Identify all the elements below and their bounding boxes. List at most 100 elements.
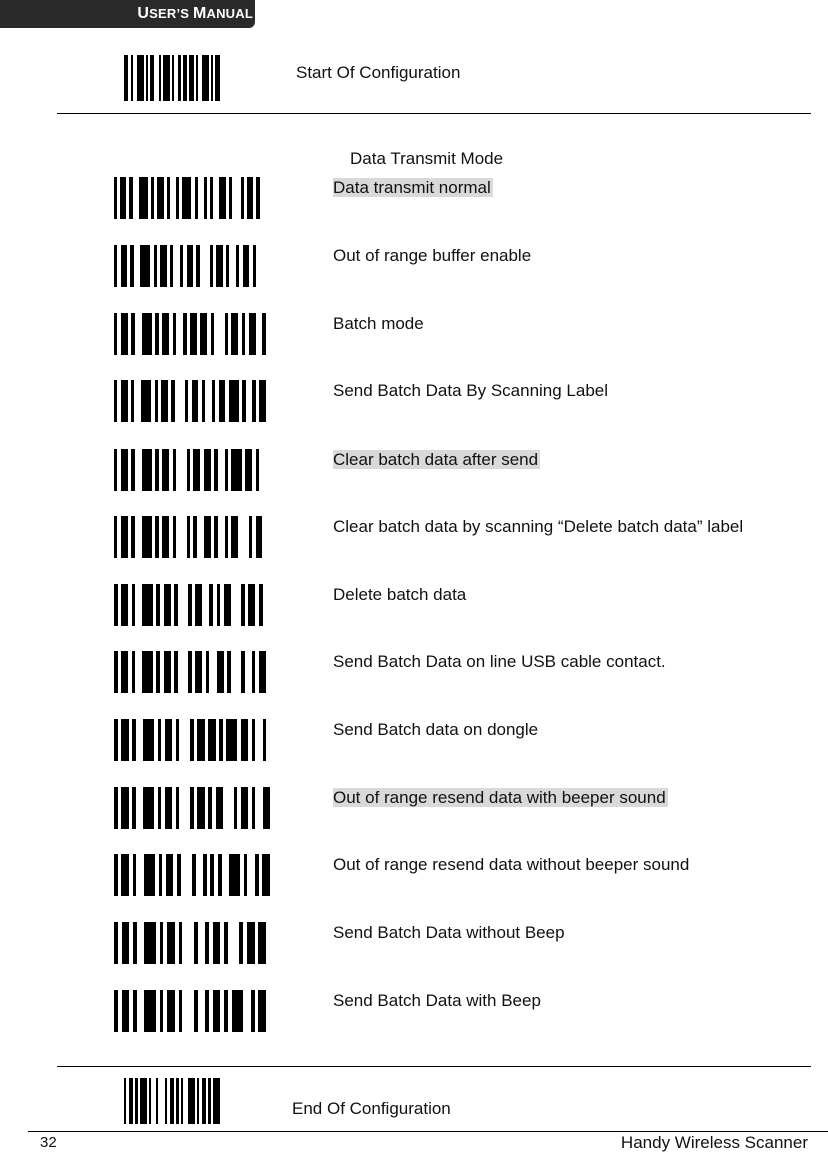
- barcode-bar: [231, 313, 239, 355]
- barcode-space: [136, 854, 143, 896]
- barcode-bar: [164, 719, 172, 761]
- barcode-space: [247, 854, 254, 896]
- barcode-bar: [121, 990, 130, 1032]
- barcode-bar: [121, 651, 129, 693]
- barcode-space: [181, 854, 192, 896]
- manual-title: USER’S MANUAL: [137, 5, 253, 23]
- barcode-bar: [141, 516, 152, 558]
- barcode-bar: [144, 990, 156, 1032]
- option-label: Out of range buffer enable: [333, 245, 531, 267]
- barcode-space: [135, 449, 142, 491]
- barcode-space: [266, 651, 270, 693]
- barcode-bar: [144, 922, 156, 964]
- option-label: Out of range resend data without beeper …: [333, 854, 689, 876]
- option-barcode: [114, 584, 270, 626]
- barcode-bar: [258, 651, 267, 693]
- barcode-bar: [189, 313, 197, 355]
- barcode-bar: [143, 787, 154, 829]
- barcode-space: [135, 584, 142, 626]
- option-barcode: [114, 449, 266, 491]
- option-label-text: Clear batch data by scanning “Delete bat…: [333, 517, 744, 536]
- barcode-bar: [247, 922, 255, 964]
- option-label-text: Send Batch Data with Beep: [333, 991, 541, 1010]
- option-barcode: [114, 177, 266, 219]
- footer-title: Handy Wireless Scanner: [620, 1133, 808, 1152]
- option-label-text: Batch mode: [333, 314, 424, 333]
- barcode-bar: [215, 55, 220, 101]
- barcode-bar: [208, 719, 216, 761]
- option-barcode: [114, 922, 270, 964]
- barcode-bar: [162, 516, 170, 558]
- barcode-bar: [163, 584, 171, 626]
- barcode-space: [266, 990, 270, 1032]
- barcode-bar: [248, 313, 256, 355]
- option-barcode: [114, 990, 270, 1032]
- barcode-bar: [231, 449, 242, 491]
- barcode-bar: [120, 449, 128, 491]
- page-number: 32: [40, 1134, 57, 1151]
- option-barcode: [114, 854, 270, 896]
- barcode-space: [136, 787, 143, 829]
- barcode-bar: [231, 516, 239, 558]
- barcode-space: [214, 313, 224, 355]
- option-label-text: Out of range resend data without beeper …: [333, 855, 690, 874]
- barcode-bar: [255, 516, 263, 558]
- barcode-bar: [160, 245, 167, 287]
- barcode-space: [205, 380, 212, 422]
- barcode-bar: [142, 584, 153, 626]
- barcode-space: [266, 922, 270, 964]
- barcode-space: [176, 313, 183, 355]
- barcode-space: [197, 516, 204, 558]
- barcode-bar: [165, 854, 174, 896]
- barcode-bar: [216, 245, 223, 287]
- barcode-space: [178, 584, 189, 626]
- option-label-text: Out of range buffer enable: [333, 246, 532, 265]
- end-barcode: [124, 1078, 220, 1124]
- barcode-bar: [223, 584, 231, 626]
- barcode-bar: [228, 380, 239, 422]
- barcode-space: [134, 380, 141, 422]
- barcode-bar: [203, 449, 211, 491]
- option-label: Send Batch data on dongle: [333, 719, 538, 741]
- barcode-bar: [140, 245, 151, 287]
- barcode-space: [222, 854, 229, 896]
- barcode-space: [231, 651, 242, 693]
- barcode-space: [200, 245, 210, 287]
- option-label: Batch mode: [333, 313, 424, 335]
- option-label: Clear batch data by scanning “Delete bat…: [333, 516, 743, 538]
- barcode-bar: [141, 380, 152, 422]
- barcode-bar: [193, 449, 201, 491]
- option-label-text: Send Batch Data on line USB cable contac…: [333, 652, 666, 671]
- barcode-space: [255, 787, 262, 829]
- barcode-bar: [121, 787, 129, 829]
- barcode-space: [202, 584, 209, 626]
- barcode-space: [229, 245, 236, 287]
- barcode-space: [196, 854, 203, 896]
- barcode-space: [158, 1078, 165, 1124]
- barcode-space: [179, 787, 190, 829]
- barcode-bar: [167, 990, 175, 1032]
- barcode-bar: [162, 313, 170, 355]
- barcode-bar: [212, 990, 221, 1032]
- start-barcode: [124, 55, 220, 101]
- barcode-bar: [197, 787, 205, 829]
- header-tab: USER’S MANUAL: [0, 0, 255, 28]
- barcode-bar: [212, 922, 221, 964]
- barcode-space: [136, 719, 143, 761]
- option-label: Clear batch data after send: [333, 449, 541, 471]
- barcode-bar: [121, 584, 129, 626]
- barcode-space: [175, 380, 185, 422]
- barcode-space: [137, 990, 145, 1032]
- barcode-bar: [167, 922, 175, 964]
- barcode-space: [260, 177, 266, 219]
- barcode-space: [209, 651, 216, 693]
- option-label: Send Batch Data with Beep: [333, 990, 541, 1012]
- option-label: Send Batch Data By Scanning Label: [333, 380, 608, 402]
- option-barcode: [114, 380, 266, 422]
- barcode-bar: [141, 449, 152, 491]
- barcode-bar: [142, 651, 153, 693]
- option-label-text: Send Batch Data without Beep: [333, 923, 565, 942]
- option-label: Send Batch Data without Beep: [333, 922, 565, 944]
- barcode-space: [218, 449, 225, 491]
- barcode-bar: [120, 245, 128, 287]
